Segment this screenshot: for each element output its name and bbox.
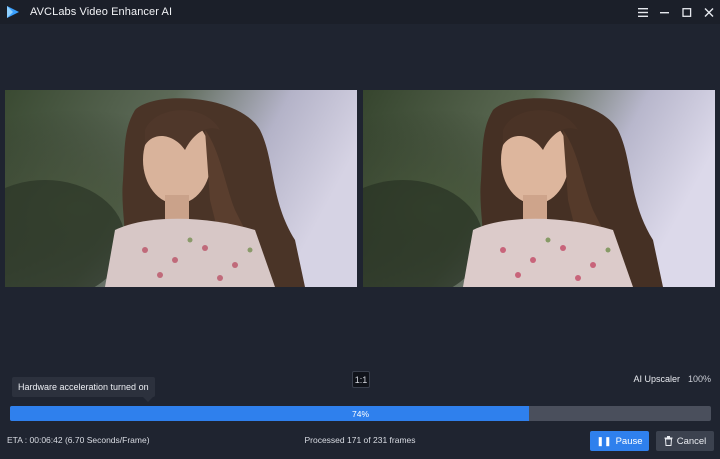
- app-logo-icon: [7, 6, 19, 18]
- cancel-label: Cancel: [676, 435, 707, 447]
- app-title: AVCLabs Video Enhancer AI: [30, 6, 173, 18]
- tooltip-arrow: [143, 397, 153, 402]
- eta-text: ETA : 00:06:42 (6.70 Seconds/Frame): [7, 435, 150, 445]
- frames-processed-text: Processed 171 of 231 frames: [304, 435, 416, 445]
- minimize-icon: [660, 11, 669, 13]
- maximize-button[interactable]: [676, 0, 698, 24]
- pause-icon: ❚❚: [596, 435, 612, 446]
- original-preview: [5, 90, 357, 287]
- ratio-toggle-button[interactable]: 1:1: [352, 371, 370, 388]
- progress-label: 74%: [351, 408, 369, 419]
- model-scale: 100%: [687, 374, 711, 384]
- model-name: AI Upscaler: [633, 374, 680, 384]
- model-info: AI Upscaler 100%: [633, 374, 711, 384]
- close-icon: [704, 7, 714, 17]
- window-controls: [632, 0, 720, 24]
- maximize-icon: [682, 7, 692, 17]
- close-button[interactable]: [698, 0, 720, 24]
- cancel-button[interactable]: Cancel: [656, 431, 714, 451]
- pause-label: Pause: [615, 435, 643, 447]
- progress-bar: 74%: [10, 406, 711, 421]
- enhanced-preview: [363, 90, 715, 287]
- hardware-tooltip: Hardware acceleration turned on: [12, 377, 155, 397]
- menu-button[interactable]: [632, 0, 654, 24]
- trash-icon: [664, 436, 673, 446]
- pause-button[interactable]: ❚❚ Pause: [590, 431, 649, 451]
- title-bar: AVCLabs Video Enhancer AI: [0, 0, 720, 24]
- minimize-button[interactable]: [654, 0, 676, 24]
- enhanced-frame-image: [363, 90, 715, 287]
- menu-icon: [638, 7, 648, 17]
- original-frame-image: [5, 90, 357, 287]
